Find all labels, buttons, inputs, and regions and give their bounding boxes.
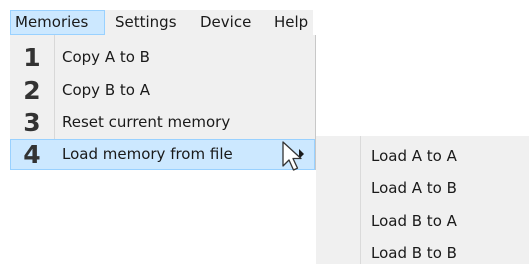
number-4-icon: 4 [23, 140, 41, 169]
load-memory-submenu: Load A to A Load A to B Load B to A Load… [316, 136, 529, 264]
menu-item-reset-current-memory[interactable]: 3 Reset current memory [10, 107, 315, 138]
menu-item-copy-a-to-b[interactable]: 1 Copy A to B [10, 42, 315, 73]
submenu-item-label: Load B to A [371, 212, 457, 230]
submenu-item-load-b-to-a[interactable]: Load B to A [316, 205, 529, 237]
mouse-pointer-icon [282, 141, 302, 171]
number-2-icon: 2 [23, 76, 41, 105]
menu-item-label: Copy B to A [62, 81, 150, 99]
menu-item-label: Copy A to B [62, 48, 150, 66]
menu-bar: Memories Settings Device Help [10, 10, 313, 35]
menu-device[interactable]: Device [200, 10, 251, 35]
menu-help[interactable]: Help [274, 10, 308, 35]
number-1-icon: 1 [23, 43, 41, 72]
submenu-item-load-a-to-b[interactable]: Load A to B [316, 172, 529, 204]
menu-memories[interactable]: Memories [10, 10, 105, 35]
submenu-item-label: Load A to B [371, 179, 457, 197]
memories-dropdown-menu: 1 Copy A to B 2 Copy B to A 3 Reset curr… [10, 35, 316, 170]
submenu-item-label: Load A to A [371, 147, 457, 165]
menu-item-load-memory-from-file[interactable]: 4 Load memory from file [10, 139, 315, 170]
menu-item-label: Reset current memory [62, 113, 231, 131]
submenu-item-load-a-to-a[interactable]: Load A to A [316, 140, 529, 172]
menu-item-copy-b-to-a[interactable]: 2 Copy B to A [10, 75, 315, 106]
submenu-item-label: Load B to B [371, 244, 457, 262]
menu-item-label: Load memory from file [62, 145, 233, 163]
number-3-icon: 3 [23, 108, 41, 137]
submenu-item-load-b-to-b[interactable]: Load B to B [316, 237, 529, 269]
menu-settings[interactable]: Settings [115, 10, 177, 35]
